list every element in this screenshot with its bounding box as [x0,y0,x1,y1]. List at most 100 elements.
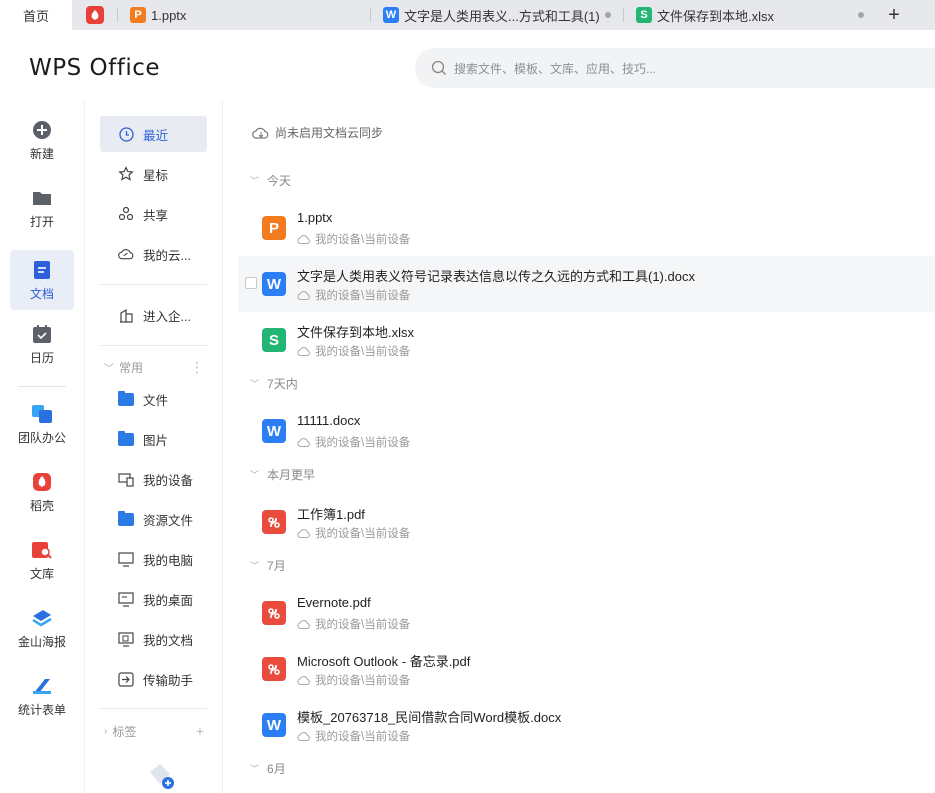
file-row[interactable]: Evernote.pdf 我的设备\当前设备 [238,585,935,641]
nav-common-devices[interactable]: 我的设备 [100,461,207,497]
cloud-sync-notice[interactable]: 尚未启用文档云同步 [252,124,383,141]
leftbar-team[interactable]: 团队办公 [10,394,74,454]
file-location: 我的设备\当前设备 [297,343,410,359]
tab-close-dot[interactable] [605,12,611,18]
nav-recent[interactable]: 最近 [100,116,207,152]
tab-close-dot[interactable] [858,12,864,18]
tab-label: 文件保存到本地.xlsx [657,8,775,24]
nav-shared[interactable]: 共享 [100,196,207,232]
nav-label: 图片 [143,433,169,448]
nav-label: 最近 [143,128,169,143]
cloud-icon [297,675,310,685]
docx-file-icon: W [262,272,286,296]
file-location: 我的设备\当前设备 [297,728,410,744]
leftbar-calendar[interactable]: 日历 [10,314,74,374]
file-row[interactable]: Microsoft Outlook - 备忘录.pdf 我的设备\当前设备 [238,641,935,697]
leftbar-library[interactable]: 文库 [10,530,74,590]
xlsx-file-icon: S [262,328,286,352]
tab-daoke[interactable] [72,0,117,30]
leftbar-label: 打开 [29,214,54,229]
tab-home[interactable]: 首页 [0,0,72,30]
file-location-text: 我的设备\当前设备 [315,619,411,631]
nav-label: 我的文档 [143,633,194,648]
file-row[interactable]: 工作簿1.pdf 我的设备\当前设备 [238,494,935,550]
chevron-down-icon: ﹀ [250,561,260,571]
tags-section-header[interactable]: › 标签 + [104,721,204,741]
file-row[interactable]: W 模板_20763718_民间借款合同Word模板.docx 我的设备\当前设… [238,697,935,753]
file-row[interactable]: W 11111.docx 我的设备\当前设备 [238,403,935,459]
row-checkbox[interactable] [245,277,257,289]
file-row[interactable]: W 文字是人类用表义符号记录表达信息以传之久远的方式和工具(1).docx 我的… [238,256,935,312]
leftbar-label: 文库 [29,566,54,581]
leftbar-form[interactable]: 统计表单 [10,666,74,726]
leftbar-label: 新建 [29,146,54,161]
cloud-off-icon [252,127,269,139]
file-location-text: 我的设备\当前设备 [315,675,411,687]
tab-pptx[interactable]: P 1.pptx [118,0,370,30]
file-location-text: 我的设备\当前设备 [315,234,411,246]
add-tag-button[interactable]: + [196,723,204,739]
leftbar-label: 稻壳 [29,498,54,513]
pdf-file-icon [262,601,286,625]
folder-icon [118,390,134,407]
leftbar-open[interactable]: 打开 [10,178,74,238]
cloud-icon [297,346,310,356]
tag-illustration-icon [146,760,176,793]
pptx-icon: P [130,7,146,23]
form-icon [31,675,53,697]
nav-label: 星标 [143,168,169,183]
leftbar-poster[interactable]: 金山海报 [10,598,74,658]
nav-my-cloud[interactable]: 我的云... [100,236,207,272]
nav-label: 资源文件 [143,513,194,528]
chevron-down-icon: ﹀ [250,470,260,480]
leftbar-label: 日历 [29,350,54,365]
nav-label: 我的电脑 [143,553,194,568]
tab-xlsx[interactable]: S 文件保存到本地.xlsx [624,0,876,30]
group-header-7days[interactable]: ﹀ 7天内 [250,375,298,392]
nav-starred[interactable]: 星标 [100,156,207,192]
file-row[interactable]: P 1.pptx 我的设备\当前设备 [238,200,935,256]
docx-file-icon: W [262,419,286,443]
file-location: 我的设备\当前设备 [297,287,410,303]
leftbar-label: 团队办公 [17,430,66,445]
more-icon[interactable]: ⋮ [190,359,204,376]
group-header-this-month[interactable]: ﹀ 本月更早 [250,466,315,483]
nav-common-documents[interactable]: 我的文档 [100,621,207,657]
group-header-july[interactable]: ﹀ 7月 [250,557,286,574]
nav-common-desktop[interactable]: 我的桌面 [100,581,207,617]
search-input[interactable]: 搜索文件、模板、文库、应用、技巧... [415,48,935,88]
file-location-text: 我的设备\当前设备 [315,528,411,540]
nav-common-computer[interactable]: 我的电脑 [100,541,207,577]
cloud-icon [297,731,310,741]
chevron-down-icon: ﹀ [250,764,260,774]
tab-label: 1.pptx [151,7,187,23]
file-location-text: 我的设备\当前设备 [315,346,411,358]
star-icon [118,166,134,182]
file-name: 文字是人类用表义符号记录表达信息以传之久远的方式和工具(1).docx [297,269,695,284]
add-tab-button[interactable]: + [884,3,904,27]
tab-docx[interactable]: W 文字是人类用表义...方式和工具(1) [371,0,623,30]
group-header-today[interactable]: ﹀ 今天 [250,172,291,189]
cloud-icon [297,234,310,244]
team-icon [31,403,53,425]
nav-common-pictures[interactable]: 图片 [100,421,207,457]
common-section-header[interactable]: ﹀ 常用 ⋮ [104,357,204,377]
nav-enterprise[interactable]: 进入企... [100,297,207,333]
nav-label: 进入企... [143,309,191,324]
nav-common-files[interactable]: 文件 [100,381,207,417]
nav-label: 传输助手 [143,673,194,688]
nav-common-resources[interactable]: 资源文件 [100,501,207,537]
file-location-text: 我的设备\当前设备 [315,731,411,743]
nav-common-transfer[interactable]: 传输助手 [100,661,207,697]
library-icon [31,539,53,561]
leftbar-documents[interactable]: 文档 [10,250,74,310]
group-header-june[interactable]: ﹀ 6月 [250,760,286,777]
file-name: 模板_20763718_民间借款合同Word模板.docx [297,710,562,725]
folder-icon [31,187,53,209]
chevron-down-icon: ﹀ [250,176,260,186]
file-row[interactable]: S 文件保存到本地.xlsx 我的设备\当前设备 [238,312,935,368]
cloud-icon [297,437,310,447]
leftbar-label: 文档 [29,286,54,301]
leftbar-new[interactable]: 新建 [10,110,74,170]
leftbar-daoke[interactable]: 稻壳 [10,462,74,522]
